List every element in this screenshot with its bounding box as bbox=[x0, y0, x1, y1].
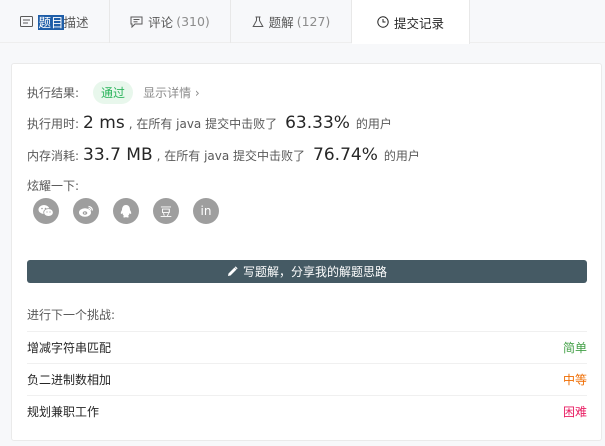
memory-percent: 76.74% bbox=[313, 145, 378, 165]
challenge-name: 规划兼职工作 bbox=[27, 405, 100, 419]
tab-solutions[interactable]: 题解 (127) bbox=[231, 0, 352, 43]
runtime-middle-text: , 在所有 java 提交中击败了 bbox=[128, 117, 278, 131]
show-details-link[interactable]: 显示详情 › bbox=[143, 84, 200, 101]
challenge-name: 增减字符串匹配 bbox=[27, 341, 112, 355]
linkedin-icon[interactable]: in bbox=[193, 198, 219, 224]
runtime-value: 2 ms bbox=[83, 113, 125, 133]
memory-label: 内存消耗: bbox=[27, 149, 80, 163]
tab-comments[interactable]: 评论 (310) bbox=[110, 0, 231, 43]
douban-icon[interactable]: 豆 bbox=[153, 198, 179, 224]
tab-submissions-label: 提交记录 bbox=[393, 15, 444, 31]
qq-icon[interactable] bbox=[113, 198, 139, 224]
challenge-name: 负二进制数相加 bbox=[27, 373, 112, 387]
difficulty-badge: 困难 bbox=[562, 405, 587, 419]
difficulty-badge: 简单 bbox=[562, 341, 587, 355]
memory-row: 内存消耗: 33.7 MB , 在所有 java 提交中击败了 76.74% 的… bbox=[27, 145, 420, 169]
tab-comments-count: (310) bbox=[176, 14, 210, 29]
comment-icon bbox=[130, 16, 143, 28]
tab-description-label: 题目描述 bbox=[38, 15, 89, 30]
tab-bar: 题目描述 评论 (310) 题解 (127) 提交记录 bbox=[0, 0, 605, 44]
write-solution-label: 写题解，分享我的解题思路 bbox=[242, 265, 387, 279]
memory-value: 33.7 MB bbox=[83, 145, 153, 165]
result-row: 执行结果: 通过 显示详情 › bbox=[27, 80, 200, 104]
share-label: 炫耀一下: bbox=[27, 179, 80, 193]
memory-suffix: 的用户 bbox=[383, 149, 420, 163]
status-badge: 通过 bbox=[93, 80, 134, 104]
challenge-item[interactable]: 规划兼职工作 困难 bbox=[27, 395, 587, 427]
challenge-item[interactable]: 负二进制数相加 中等 bbox=[27, 363, 587, 395]
tab-submissions[interactable]: 提交记录 bbox=[352, 0, 470, 44]
challenge-item[interactable]: 增减字符串匹配 简单 bbox=[27, 331, 587, 363]
runtime-label: 执行用时: bbox=[27, 117, 80, 131]
write-solution-button[interactable]: 写题解，分享我的解题思路 bbox=[27, 260, 587, 283]
submission-result-card: 执行结果: 通过 显示详情 › 执行用时: 2 ms , 在所有 java 提交… bbox=[11, 63, 602, 441]
flask-icon bbox=[252, 16, 264, 28]
next-challenge-label: 进行下一个挑战: bbox=[27, 308, 116, 322]
memory-middle-text: , 在所有 java 提交中击败了 bbox=[156, 149, 306, 163]
pencil-icon bbox=[227, 266, 238, 277]
clock-icon bbox=[377, 16, 389, 28]
chevron-right-icon: › bbox=[194, 85, 200, 100]
weibo-icon[interactable] bbox=[73, 198, 99, 224]
share-icons: 豆 in bbox=[33, 198, 233, 224]
runtime-suffix: 的用户 bbox=[355, 117, 392, 131]
tab-description[interactable]: 题目描述 bbox=[0, 0, 110, 43]
tab-solutions-count: (127) bbox=[296, 14, 331, 29]
document-icon bbox=[20, 16, 34, 27]
runtime-percent: 63.33% bbox=[285, 113, 350, 133]
wechat-icon[interactable] bbox=[33, 198, 59, 224]
runtime-row: 执行用时: 2 ms , 在所有 java 提交中击败了 63.33% 的用户 bbox=[27, 113, 392, 137]
tab-solutions-label: 题解 bbox=[268, 15, 294, 30]
difficulty-badge: 中等 bbox=[562, 373, 587, 387]
tab-comments-label: 评论 bbox=[148, 15, 174, 30]
result-label: 执行结果: bbox=[27, 85, 80, 100]
